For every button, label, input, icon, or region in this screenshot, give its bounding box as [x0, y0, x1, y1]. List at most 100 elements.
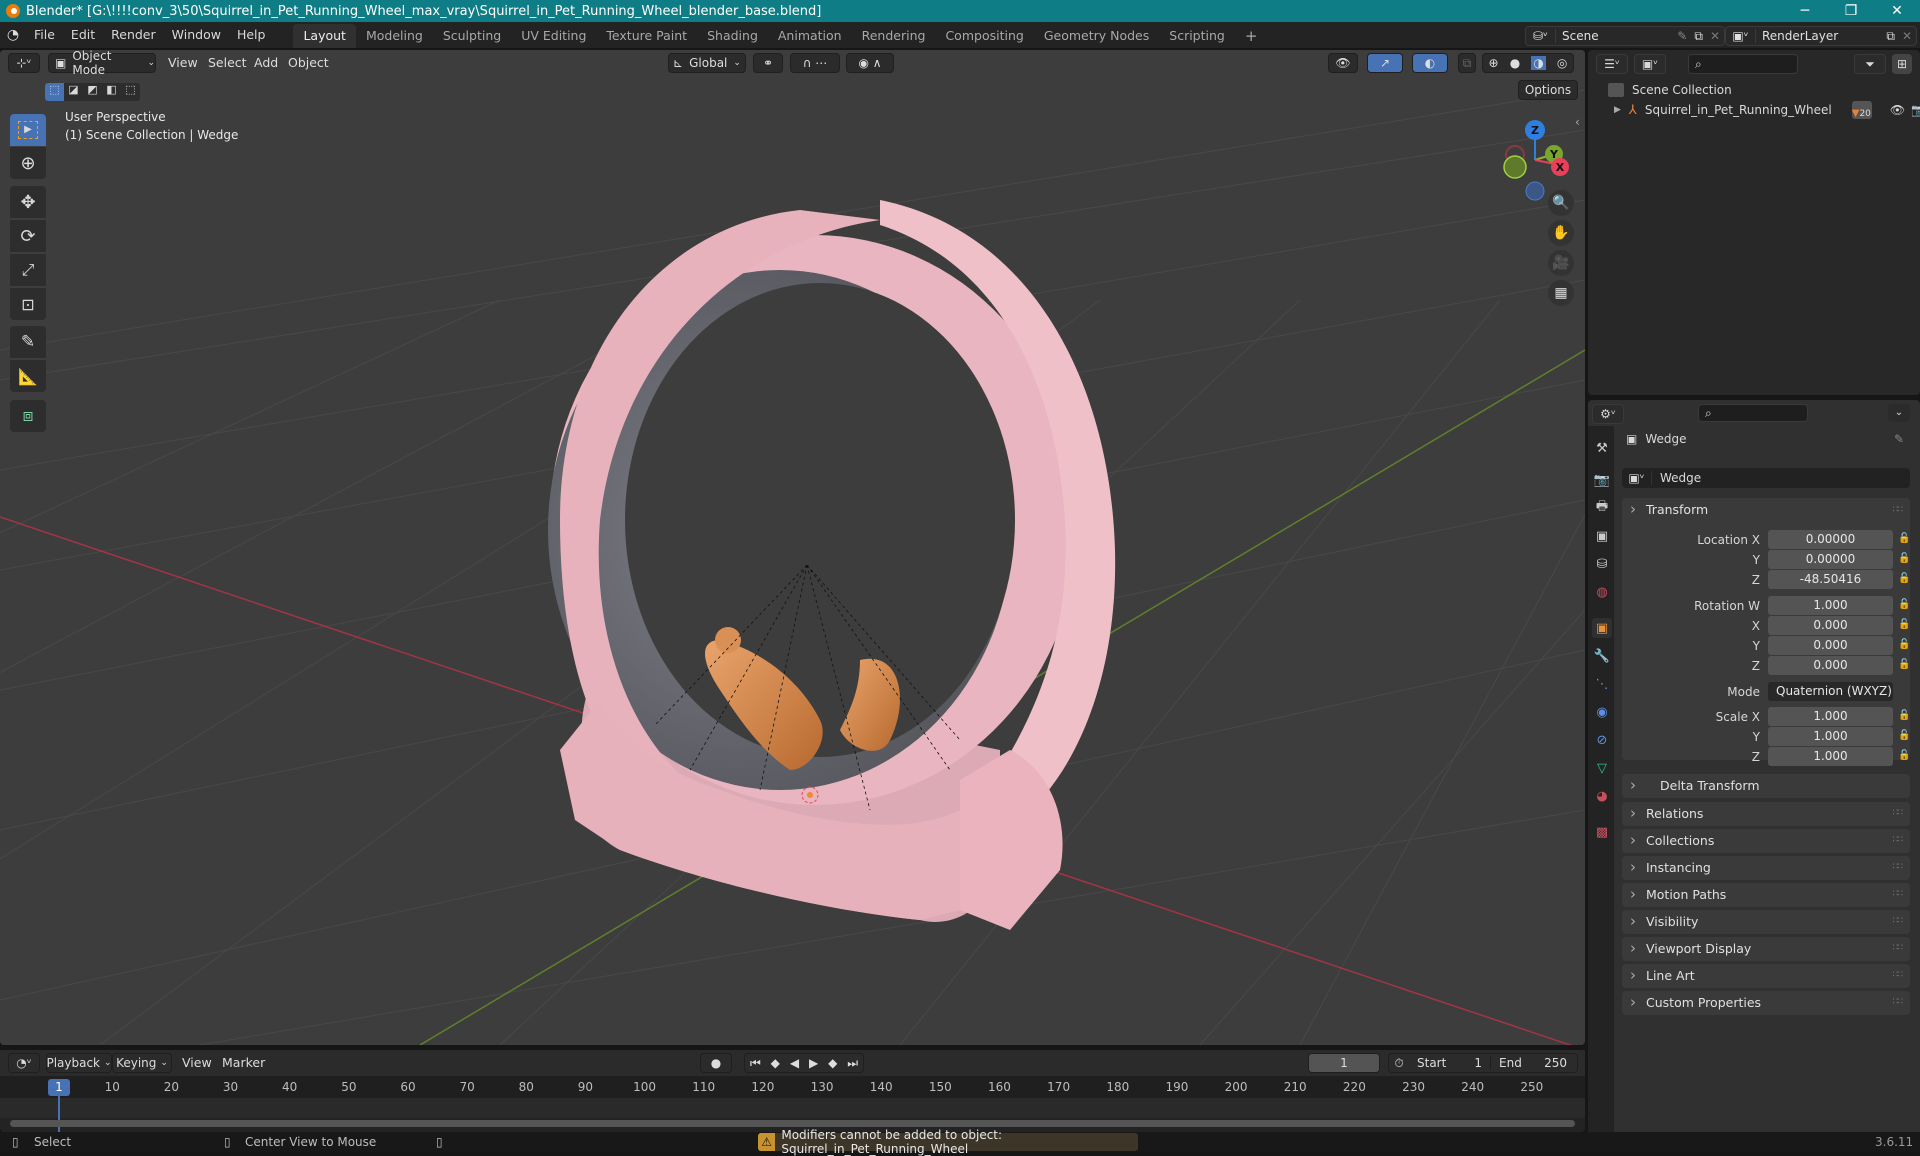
next-keyframe-icon[interactable]: ◆	[828, 1056, 837, 1070]
tab-shading[interactable]: Shading	[697, 24, 768, 48]
neg-y-axis-icon[interactable]	[1503, 155, 1527, 179]
cursor-tool[interactable]: ⊕	[10, 147, 46, 179]
keying-dropdown[interactable]: Keying ⌄	[112, 1053, 172, 1073]
lock-icon[interactable]: 🔓	[1898, 619, 1910, 631]
maximize-button[interactable]: ❐	[1828, 0, 1874, 22]
drag-grip-icon[interactable]: ∷∷	[1893, 835, 1904, 845]
warning-report[interactable]: ⚠ Modifiers cannot be added to object: S…	[758, 1128, 1138, 1156]
properties-options-button[interactable]: ⌄	[1888, 404, 1910, 422]
lock-icon[interactable]: 🔓	[1898, 639, 1910, 651]
lock-icon[interactable]: 🔓	[1898, 573, 1910, 585]
tab-layout[interactable]: Layout	[293, 24, 356, 48]
location-x-field[interactable]: 0.00000	[1768, 530, 1893, 549]
xray-toggle[interactable]: ⧉	[1458, 53, 1476, 73]
tab-constraints[interactable]: ⊘	[1592, 730, 1612, 750]
tab-modeling[interactable]: Modeling	[356, 24, 433, 48]
viewport-menu-add[interactable]: Add	[254, 53, 278, 73]
rotation-y-field[interactable]: 0.000	[1768, 636, 1893, 655]
tab-texture-paint[interactable]: Texture Paint	[596, 24, 697, 48]
timeline-editor-type-button[interactable]: ◔ᵛ	[8, 1053, 40, 1073]
scale-x-field[interactable]: 1.000	[1768, 707, 1893, 726]
lock-icon[interactable]: 🔓	[1898, 533, 1910, 545]
perspective-toggle-button[interactable]: ▦	[1548, 280, 1574, 306]
viewport-menu-view[interactable]: View	[168, 53, 198, 73]
menu-edit[interactable]: Edit	[63, 22, 103, 48]
scene-selector[interactable]: ⛁ᵛ Scene ✎ ⧉ ✕	[1525, 26, 1725, 46]
object-type-dropdown[interactable]: ▣ᵛ	[1622, 471, 1652, 485]
lock-icon[interactable]: 🔓	[1898, 659, 1910, 671]
view-layer-name[interactable]: RenderLayer	[1756, 29, 1883, 43]
menu-render[interactable]: Render	[103, 22, 164, 48]
blender-menu-icon[interactable]: ◔	[0, 27, 26, 43]
editor-type-button[interactable]: ⊹ᵛ	[8, 53, 40, 73]
annotate-tool[interactable]: ✎	[10, 326, 46, 358]
timeline-scrollbar[interactable]	[10, 1120, 1575, 1127]
timeline-ruler[interactable]: 10 20 30 40 50 60 70 80 90 100 110 120 130 140 150 160 1…	[0, 1076, 1585, 1098]
jump-end-icon[interactable]: ⏭	[847, 1056, 858, 1071]
tab-render[interactable]: 📷	[1592, 470, 1612, 490]
zoom-button[interactable]: 🔍	[1548, 190, 1574, 216]
outliner-search-input[interactable]: ⌕	[1688, 54, 1798, 74]
tab-sculpting[interactable]: Sculpting	[433, 24, 511, 48]
jump-start-icon[interactable]: ⏮	[750, 1056, 761, 1071]
view-layer-selector[interactable]: ▣ᵛ RenderLayer ⧉ ✕	[1725, 26, 1917, 46]
tab-data[interactable]: ▽	[1592, 758, 1612, 778]
lock-icon[interactable]: 🔓	[1898, 710, 1910, 722]
add-workspace-button[interactable]: +	[1235, 24, 1268, 48]
tab-rendering[interactable]: Rendering	[852, 24, 936, 48]
drag-grip-icon[interactable]: ∷∷	[1893, 916, 1904, 926]
tab-physics[interactable]: ◉	[1592, 702, 1612, 722]
viewport-scene[interactable]	[0, 50, 1585, 1045]
snap-toggle[interactable]: ∩ ⋯	[790, 53, 840, 73]
transform-panel-header[interactable]: Transform∷∷	[1622, 497, 1910, 522]
proportional-edit-toggle[interactable]: ◉ ∧	[846, 53, 894, 73]
render-camera-icon[interactable]: 📷	[1911, 103, 1920, 117]
new-scene-icon[interactable]: ⧉	[1691, 29, 1706, 44]
object-name-value[interactable]: Wedge	[1652, 471, 1701, 485]
tab-tool[interactable]: ⚒	[1592, 438, 1612, 458]
filter-button[interactable]: ⏷	[1854, 54, 1886, 74]
new-view-layer-icon[interactable]: ⧉	[1883, 29, 1898, 44]
drag-grip-icon[interactable]: ∷∷	[1893, 889, 1904, 899]
tab-animation[interactable]: Animation	[768, 24, 852, 48]
drag-grip-icon[interactable]: ∷∷	[1893, 943, 1904, 953]
select-new-icon[interactable]: ⬚	[45, 83, 64, 101]
new-collection-button[interactable]: ⊞	[1892, 54, 1912, 74]
tab-geometry-nodes[interactable]: Geometry Nodes	[1034, 24, 1159, 48]
play-icon[interactable]: ▶	[809, 1056, 818, 1070]
tab-world[interactable]: ◍	[1592, 582, 1612, 602]
tab-output[interactable]: 🖶	[1592, 498, 1612, 518]
drag-grip-icon[interactable]: ∷∷	[1893, 862, 1904, 872]
rendered-shading-icon[interactable]: ◎	[1557, 56, 1567, 70]
drag-grip-icon[interactable]: ∷∷	[1893, 498, 1904, 522]
rotation-z-field[interactable]: 0.000	[1768, 656, 1893, 675]
measure-tool[interactable]: 📐	[10, 360, 46, 392]
delete-view-layer-icon[interactable]: ✕	[1898, 29, 1916, 43]
rotate-tool[interactable]: ⟳	[10, 220, 46, 252]
pan-button[interactable]: ✋	[1548, 220, 1574, 246]
move-tool[interactable]: ✥	[10, 186, 46, 218]
object-name-field[interactable]: ▣ᵛ Wedge	[1622, 468, 1910, 488]
transform-tool[interactable]: ⊡	[10, 288, 46, 320]
menu-help[interactable]: Help	[229, 22, 274, 48]
timeline-menu-view[interactable]: View	[182, 1053, 212, 1073]
menu-file[interactable]: File	[26, 22, 63, 48]
collections-panel[interactable]: Collections∷∷	[1622, 828, 1910, 853]
playhead-frame-badge[interactable]: 1	[48, 1079, 70, 1096]
lock-icon[interactable]: 🔓	[1898, 599, 1910, 611]
tab-uv-editing[interactable]: UV Editing	[511, 24, 596, 48]
gizmo-toggle[interactable]: ↗	[1367, 53, 1403, 73]
wireframe-shading-icon[interactable]: ⊕	[1489, 56, 1499, 70]
neg-z-axis-icon[interactable]	[1525, 181, 1545, 201]
tab-object[interactable]: ▣	[1592, 618, 1612, 638]
viewport-display-panel[interactable]: Viewport Display∷∷	[1622, 936, 1910, 961]
scale-y-field[interactable]: 1.000	[1768, 727, 1893, 746]
shading-mode-group[interactable]: ⊕ ● ◑ ◎	[1482, 53, 1574, 73]
delta-transform-subpanel[interactable]: Delta Transform	[1622, 773, 1910, 798]
tab-compositing[interactable]: Compositing	[935, 24, 1033, 48]
select-invert-icon[interactable]: ◧	[102, 83, 121, 101]
location-y-field[interactable]: 0.00000	[1768, 550, 1893, 569]
pin-icon[interactable]: ✎	[1894, 432, 1904, 446]
select-box-tool[interactable]: ▶	[10, 114, 46, 146]
play-reverse-icon[interactable]: ◀	[790, 1056, 799, 1070]
